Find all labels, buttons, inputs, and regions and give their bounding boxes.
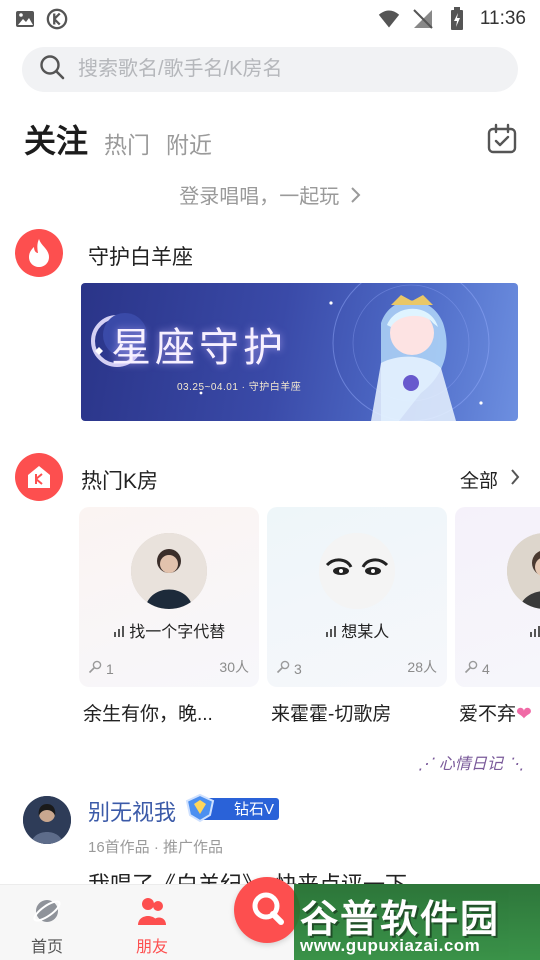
status-time: 11:36 (479, 8, 526, 29)
room-card[interactable]: 找一个字代替 1 30人 余生有你，晚... (79, 507, 259, 726)
microphone-icon (276, 660, 290, 677)
status-right: 11:36 (378, 7, 526, 30)
watermark-title: 谷普软件园 (300, 899, 501, 941)
sparkle-icon: ⋰ (417, 754, 434, 773)
room-card-body: 想某人 3 28人 (267, 507, 447, 687)
chevron-right-icon (510, 468, 520, 492)
room-card[interactable]: 想某人 3 28人 来霍霍-切歌房 (267, 507, 447, 726)
microphone-icon (248, 889, 286, 932)
room-song-title: 找一个字代替 (129, 624, 226, 641)
login-prompt-text: 登录唱唱，一起玩 (179, 186, 340, 208)
k-app-icon (46, 8, 68, 30)
room-people-count: 28人 (407, 659, 437, 675)
heart-icon: ❤ (516, 704, 532, 725)
image-icon (14, 8, 36, 30)
no-signal-icon (412, 8, 434, 30)
feature-title: 守护白羊座 (88, 246, 193, 269)
room-listeners: 4 (464, 660, 490, 677)
room-name: 余生有你，晚... (83, 704, 213, 725)
room-avatar (507, 533, 540, 609)
k-room-icon (15, 453, 63, 501)
all-rooms-link[interactable]: 全部 (460, 466, 520, 493)
room-listener-count: 1 (106, 660, 114, 677)
microphone-icon (88, 660, 102, 677)
search-bar[interactable] (22, 47, 518, 92)
planet-icon (31, 895, 63, 927)
room-song: 想某人 (267, 618, 447, 642)
chevron-right-icon (345, 186, 361, 208)
room-avatar (131, 533, 207, 609)
sparkle-icon: ⋱ (508, 754, 524, 773)
login-prompt[interactable]: 登录唱唱，一起玩 (0, 180, 540, 209)
tab-hot[interactable]: 热门 (104, 126, 150, 162)
nav-friends[interactable]: 朋友 (122, 895, 182, 957)
nav-friends-label: 朋友 (135, 939, 168, 956)
room-avatar (319, 533, 395, 609)
nav-home[interactable]: 首页 (17, 895, 77, 957)
audio-bars-icon (113, 624, 125, 641)
room-song: 找一个字代替 (79, 618, 259, 642)
diamond-vip-badge: 钻石V (184, 793, 280, 823)
constellation-banner[interactable]: 星座守护 03.25~04.01 · 守护白羊座 (81, 283, 518, 421)
hot-rooms-title: 热门K房 (81, 470, 159, 493)
room-card-body: 孤 4 (455, 507, 540, 687)
room-song: 孤 (455, 618, 540, 642)
calendar-checkin-icon[interactable] (486, 123, 518, 155)
room-listener-count: 4 (482, 660, 490, 677)
room-card[interactable]: 孤 4 爱不弃❤ (455, 507, 540, 726)
post-meta: 16首作品 · 推广作品 (88, 839, 224, 856)
avatar[interactable] (23, 796, 71, 844)
watermark: 谷普软件园 www.gupuxiazai.com (294, 884, 540, 960)
room-listeners: 1 (88, 660, 114, 677)
vip-badge-label: 钻石V (234, 801, 275, 818)
room-listeners: 3 (276, 660, 302, 677)
search-icon (38, 53, 66, 86)
friends-icon (136, 895, 168, 927)
battery-icon (446, 7, 468, 30)
tab-follow[interactable]: 关注 (24, 116, 88, 162)
all-rooms-label: 全部 (459, 471, 498, 492)
status-left (14, 8, 68, 30)
microphone-icon (464, 660, 478, 677)
watermark-url: www.gupuxiazai.com (300, 936, 481, 955)
status-bar: 11:36 (0, 0, 540, 38)
room-people-count: 30人 (219, 659, 249, 675)
mood-diary-label: 心情日记 (438, 754, 503, 773)
search-input[interactable] (78, 58, 498, 81)
tab-nearby[interactable]: 附近 (166, 126, 212, 162)
post-username[interactable]: 别无视我 (88, 795, 176, 827)
room-name: 来霍霍-切歌房 (271, 704, 392, 725)
wifi-icon (378, 8, 400, 30)
audio-bars-icon (529, 624, 540, 641)
mood-diary-tag[interactable]: ⋰ 心情日记 ⋱ (418, 750, 524, 774)
room-name: 爱不弃❤ (455, 699, 540, 726)
banner-title: 星座守护 (111, 325, 287, 371)
sing-button[interactable] (234, 877, 300, 943)
nav-home-label: 首页 (30, 939, 63, 956)
room-card-body: 找一个字代替 1 30人 (79, 507, 259, 687)
feed-tabs: 关注 热门 附近 (24, 116, 212, 162)
flame-icon (15, 229, 63, 277)
audio-bars-icon (325, 624, 337, 641)
hot-rooms-list: 找一个字代替 1 30人 余生有你，晚... 想某人 3 28人 来霍霍-切歌房… (79, 507, 540, 727)
room-listener-count: 3 (294, 660, 302, 677)
room-song-title: 想某人 (341, 624, 390, 641)
room-name-text: 爱不弃 (459, 704, 517, 725)
banner-subtitle: 03.25~04.01 · 守护白羊座 (177, 382, 302, 393)
